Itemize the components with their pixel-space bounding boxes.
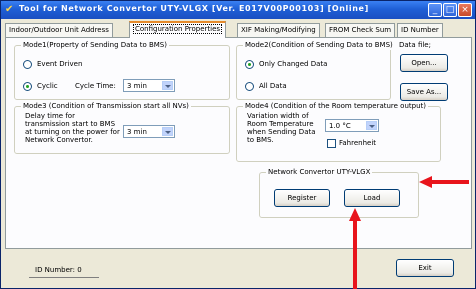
window-title: Tool for Network Convertor UTY-VLGX [Ver… [19, 4, 369, 13]
minimize-button[interactable]: _ [428, 3, 442, 17]
register-button[interactable]: Register [274, 189, 330, 207]
delay-time-select[interactable]: 3 min [123, 125, 175, 138]
event-driven-label: Event Driven [37, 60, 83, 68]
network-convertor-group: Network Convertor UTY-VLGX Register Load [259, 167, 419, 218]
annotation-arrow-vertical [353, 220, 357, 289]
mode4-title: Mode4 (Condition of the Room temperature… [243, 101, 428, 111]
mode3-group: Mode3 (Condition of Transmission start a… [14, 101, 230, 154]
cycle-time-select[interactable]: 3 min [123, 79, 175, 92]
tab-strip: Indoor/Outdoor Unit Address Configuratio… [5, 21, 473, 38]
mode2-title: Mode2(Condition of Sending Data to BMS) [243, 40, 395, 50]
mode1-title: Mode1(Property of Sending Data to BMS) [21, 40, 169, 50]
cycle-time-value: 3 min [127, 82, 147, 90]
mode1-group: Mode1(Property of Sending Data to BMS) E… [14, 40, 230, 100]
annotation-arrowhead-up [349, 208, 361, 221]
all-data-radio[interactable] [245, 82, 254, 91]
tab-indoor-outdoor-unit-address[interactable]: Indoor/Outdoor Unit Address [5, 23, 113, 37]
maximize-button[interactable]: □ [443, 3, 457, 17]
only-changed-data-radio[interactable] [245, 60, 254, 69]
cycle-time-label: Cycle Time: [75, 82, 116, 90]
title-bar[interactable]: ✔ Tool for Network Convertor UTY-VLGX [V… [1, 1, 475, 19]
cyclic-radio[interactable] [23, 82, 32, 91]
tab-label: Configuration Properties [133, 24, 223, 34]
mode2-group: Mode2(Condition of Sending Data to BMS) … [236, 40, 395, 100]
mode3-description: Delay time for transmission start to BMS… [25, 112, 120, 144]
fahrenheit-checkbox[interactable] [327, 139, 336, 148]
close-button[interactable]: × [458, 3, 472, 17]
delay-time-value: 3 min [127, 128, 147, 136]
only-changed-data-label: Only Changed Data [259, 60, 328, 68]
app-icon: ✔ [5, 4, 14, 15]
open-button[interactable]: Open... [400, 54, 448, 72]
configuration-panel: Mode1(Property of Sending Data to BMS) E… [5, 37, 472, 249]
tab-label: ID Number [401, 26, 439, 34]
chevron-down-icon[interactable] [162, 127, 173, 136]
tab-id-number[interactable]: ID Number [397, 23, 443, 37]
chevron-down-icon[interactable] [366, 121, 377, 130]
application-window: ✔ Tool for Network Convertor UTY-VLGX [V… [0, 0, 476, 289]
id-number-divider [29, 277, 99, 278]
annotation-arrowhead-left [419, 176, 432, 188]
tab-from-check-sum[interactable]: FROM Check Sum [325, 23, 396, 37]
tab-xif-making-modifying[interactable]: XIF Making/Modifying [237, 23, 320, 37]
chevron-down-icon[interactable] [162, 81, 173, 90]
data-file-label: Data file; [399, 41, 431, 49]
event-driven-radio[interactable] [23, 60, 32, 69]
annotation-arrow-horizontal [431, 180, 469, 184]
save-as-button[interactable]: Save As... [400, 83, 448, 101]
id-number-readout: ID Number: 0 [35, 266, 82, 274]
mode3-title: Mode3 (Condition of Transmission start a… [21, 101, 191, 111]
fahrenheit-label: Fahrenheit [339, 139, 377, 147]
tab-label: FROM Check Sum [329, 26, 392, 34]
mode4-group: Mode4 (Condition of the Room temperature… [236, 101, 441, 162]
variation-width-select[interactable]: 1.0 °C [325, 119, 379, 132]
exit-button[interactable]: Exit [396, 259, 454, 277]
network-convertor-title: Network Convertor UTY-VLGX [266, 167, 373, 177]
variation-width-value: 1.0 °C [329, 122, 351, 130]
all-data-label: All Data [259, 82, 287, 90]
cyclic-label: Cyclic [37, 82, 58, 90]
load-button[interactable]: Load [344, 189, 400, 207]
tab-label: Indoor/Outdoor Unit Address [9, 26, 109, 34]
tab-configuration-properties[interactable]: Configuration Properties [129, 21, 227, 38]
mode4-description: Variation width of Room Temperature when… [247, 112, 316, 144]
tab-label: XIF Making/Modifying [241, 26, 316, 34]
